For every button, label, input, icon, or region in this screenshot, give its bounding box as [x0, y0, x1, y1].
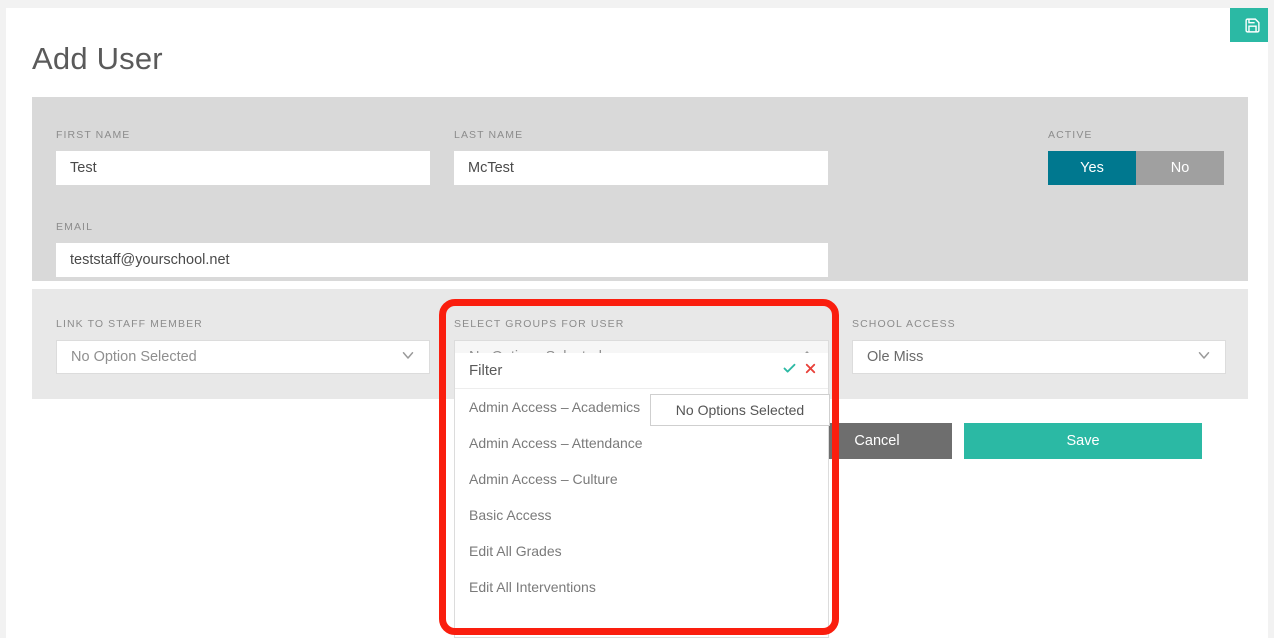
school-access-label: SCHOOL ACCESS	[852, 318, 956, 330]
group-option-item[interactable]: Admin Access – Attendance	[455, 425, 828, 461]
school-access-value: Ole Miss	[867, 349, 923, 365]
filter-action-icons	[782, 361, 818, 381]
save-button[interactable]: Save	[964, 423, 1202, 459]
active-no-button[interactable]: No	[1136, 151, 1224, 185]
page-title: Add User	[32, 37, 163, 81]
last-name-label: LAST NAME	[454, 129, 523, 141]
active-yes-button[interactable]: Yes	[1048, 151, 1136, 185]
email-label: EMAIL	[56, 221, 93, 233]
active-toggle-group[interactable]: Yes No	[1048, 151, 1224, 185]
toolbar-save-icon-button[interactable]	[1230, 8, 1268, 42]
chevron-down-icon	[1195, 346, 1213, 368]
tooltip-text: No Options Selected	[676, 402, 804, 418]
active-label: ACTIVE	[1048, 129, 1093, 141]
link-to-staff-select[interactable]: No Option Selected	[56, 340, 430, 374]
groups-filter-input[interactable]	[469, 353, 782, 388]
school-access-select[interactable]: Ole Miss	[852, 340, 1226, 374]
x-icon[interactable]	[803, 361, 818, 381]
check-icon[interactable]	[782, 361, 797, 381]
dropdown-filter-row	[455, 353, 828, 389]
add-user-page: Add User FIRST NAME LAST NAME EMAIL ACTI…	[6, 8, 1268, 638]
group-option-item[interactable]: Edit All Grades	[455, 533, 828, 569]
group-option-item[interactable]: Admin Access – Culture	[455, 461, 828, 497]
group-option-item[interactable]: Edit All Interventions	[455, 569, 828, 605]
email-input[interactable]	[56, 243, 828, 277]
no-options-selected-tooltip: No Options Selected	[650, 394, 830, 426]
link-to-staff-label: LINK TO STAFF MEMBER	[56, 318, 203, 330]
group-option-item[interactable]: Basic Access	[455, 497, 828, 533]
last-name-input[interactable]	[454, 151, 828, 185]
floppy-disk-save-icon	[1244, 17, 1261, 34]
chevron-down-icon	[399, 346, 417, 368]
user-details-panel: FIRST NAME LAST NAME EMAIL ACTIVE Yes No	[32, 97, 1248, 281]
link-to-staff-value: No Option Selected	[71, 349, 197, 365]
select-groups-label: SELECT GROUPS FOR USER	[454, 318, 624, 330]
first-name-label: FIRST NAME	[56, 129, 130, 141]
first-name-input[interactable]	[56, 151, 430, 185]
